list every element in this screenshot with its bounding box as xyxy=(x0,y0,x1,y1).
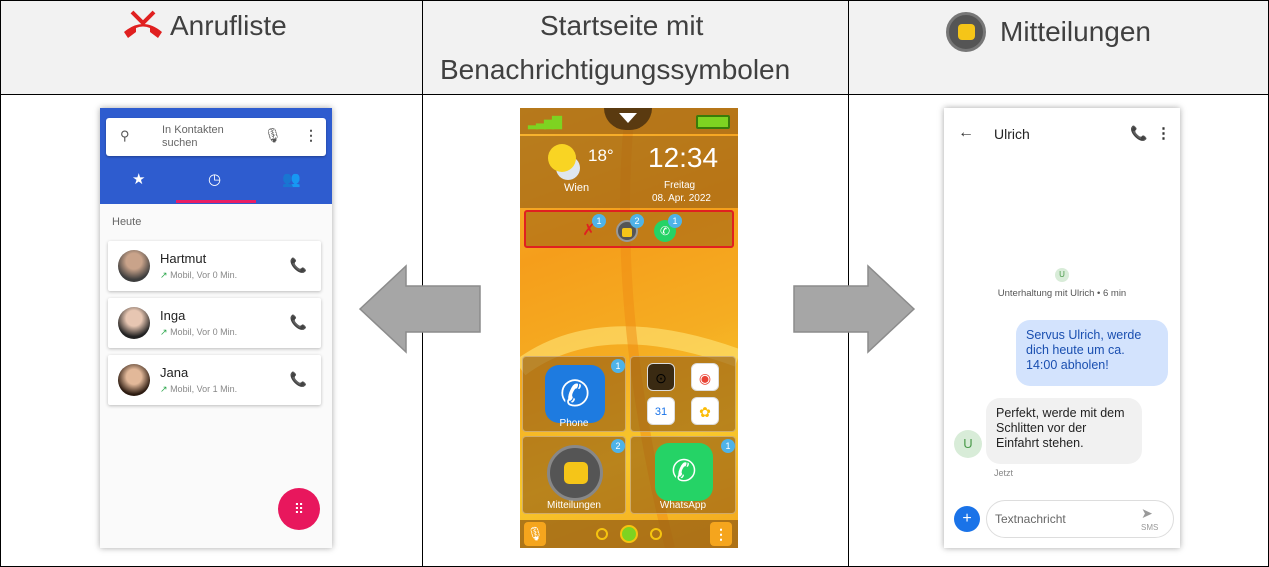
dialpad-fab[interactable]: ⠿ xyxy=(278,488,320,530)
home-screen: ▂▃▅▇ 18° Wien 12:34 Freitag 08. Apr. 202… xyxy=(520,108,738,548)
conversation-screen: ← Ulrich 📞 ⋮ U Unterhaltung mit Ulrich •… xyxy=(944,108,1180,548)
phone-icon[interactable]: 📞 xyxy=(290,371,307,388)
whatsapp-label: WhatsApp xyxy=(659,500,707,511)
missed-call-icon xyxy=(124,10,162,38)
outgoing-arrow-icon: ↗ xyxy=(160,327,168,337)
arrow-left-icon xyxy=(358,264,481,354)
phone-label: Phone xyxy=(559,418,589,429)
chrome-icon[interactable]: ◉ xyxy=(691,363,719,391)
call-icon[interactable]: 📞 xyxy=(1130,125,1147,142)
outgoing-arrow-icon: ↗ xyxy=(160,384,168,394)
mic-icon[interactable]: 🎙 xyxy=(264,127,282,144)
contact-name: Ulrich xyxy=(994,126,1030,142)
notification-icons-bar[interactable]: ✗ 1 2 ✆ 1 xyxy=(524,210,734,248)
attach-plus-button[interactable]: + xyxy=(954,506,980,532)
table-top-border xyxy=(0,0,1269,1)
messages-icon xyxy=(946,12,986,52)
whatsapp-badge: 1 xyxy=(668,214,682,228)
incoming-message[interactable]: Perfekt, werde mit dem Schlitten vor der… xyxy=(986,398,1142,464)
call-detail: ↗ Mobil, Vor 1 Min. xyxy=(160,384,237,395)
send-sms-label: SMS xyxy=(1141,523,1159,532)
tile-phone[interactable]: ✆ 1 Phone xyxy=(522,356,626,432)
messages-badge: 2 xyxy=(630,214,644,228)
avatar xyxy=(118,364,150,396)
call-detail: ↗ Mobil, Vor 0 Min. xyxy=(160,270,237,281)
messages-tile-badge: 2 xyxy=(611,439,625,453)
call-detail-text: Mobil, Vor 0 Min. xyxy=(170,327,238,337)
weekday: Freitag xyxy=(664,180,696,191)
call-entry-hartmut[interactable]: Hartmut ↗ Mobil, Vor 0 Min. 📞 xyxy=(108,241,321,291)
whatsapp-app-icon: ✆ xyxy=(655,443,713,501)
send-icon[interactable]: ➤ xyxy=(1141,505,1153,522)
messages-app-icon xyxy=(547,445,603,501)
city: Wien xyxy=(564,182,590,194)
message-input[interactable]: Textnachricht ➤ SMS xyxy=(986,500,1174,538)
call-log-screen: ⚲ In Kontakten suchen 🎙 ⋮ ★ ◷ 👥 Heute Ha… xyxy=(100,108,332,548)
more-vert-icon[interactable]: ⋮ xyxy=(710,522,732,546)
camera-icon[interactable]: ⊙ xyxy=(647,363,675,391)
calendar-icon[interactable]: 31 xyxy=(647,397,675,425)
weather-clock-widget[interactable]: 18° Wien 12:34 Freitag 08. Apr. 2022 xyxy=(520,136,738,208)
header-home-line2: Benachrichtigungssymbolen xyxy=(440,54,791,85)
caller-name: Hartmut xyxy=(160,251,207,266)
search-icon: ⚲ xyxy=(120,128,130,143)
more-vert-icon[interactable]: ⋮ xyxy=(304,127,318,144)
clock-time: 12:34 xyxy=(648,142,719,173)
chevron-down-icon xyxy=(619,113,637,123)
caller-name: Jana xyxy=(160,365,189,380)
avatar xyxy=(118,307,150,339)
whatsapp-tile-badge: 1 xyxy=(721,439,735,453)
contacts-search-bar[interactable]: ⚲ In Kontakten suchen 🎙 ⋮ xyxy=(106,118,326,156)
outgoing-message[interactable]: Servus Ulrich, werde dich heute um ca. 1… xyxy=(1016,320,1168,386)
contact-avatar-small: U xyxy=(1055,268,1069,282)
tab-favorites-star-icon[interactable]: ★ xyxy=(132,170,145,188)
avatar xyxy=(118,250,150,282)
messages-label: Mitteilungen xyxy=(547,500,601,511)
caller-name: Inga xyxy=(160,308,186,323)
date: 08. Apr. 2022 xyxy=(652,193,711,204)
active-tab-indicator xyxy=(176,200,256,203)
outgoing-arrow-icon: ↗ xyxy=(160,270,168,280)
call-entry-inga[interactable]: Inga ↗ Mobil, Vor 0 Min. 📞 xyxy=(108,298,321,348)
call-entry-jana[interactable]: Jana ↗ Mobil, Vor 1 Min. 📞 xyxy=(108,355,321,405)
back-arrow-icon[interactable]: ← xyxy=(958,124,974,142)
phone-icon[interactable]: 📞 xyxy=(290,314,307,331)
battery-icon xyxy=(696,115,730,129)
header-call-log: Anrufliste xyxy=(170,10,287,41)
page-dot-2-active[interactable] xyxy=(620,525,638,543)
header-messages: Mitteilungen xyxy=(1000,16,1151,47)
arrow-right-icon xyxy=(793,264,916,354)
signal-icon: ▂▃▅▇ xyxy=(528,114,562,129)
search-input[interactable]: In Kontakten suchen xyxy=(162,124,242,150)
mic-icon[interactable]: 🎙 xyxy=(524,522,546,546)
launcher-bottom-bar: 🎙 ⋮ xyxy=(520,520,738,548)
photos-icon[interactable]: ✿ xyxy=(691,397,719,425)
table-left-border xyxy=(0,0,1,567)
tile-messages[interactable]: 2 Mitteilungen xyxy=(522,436,626,514)
tab-recents-clock-icon[interactable]: ◷ xyxy=(208,170,221,188)
conversation-meta: Unterhaltung mit Ulrich • 6 min xyxy=(997,288,1127,299)
phone-app-icon: ✆ xyxy=(545,365,605,423)
message-timestamp: Jetzt xyxy=(994,468,1014,478)
call-detail-text: Mobil, Vor 1 Min. xyxy=(170,384,238,394)
page-dot-3[interactable] xyxy=(650,528,662,540)
weather-sun-cloud-icon xyxy=(548,144,576,172)
dialpad-icon: ⠿ xyxy=(293,501,305,517)
phone-badge: 1 xyxy=(611,359,625,373)
page-dot-1[interactable] xyxy=(596,528,608,540)
message-input-placeholder: Textnachricht xyxy=(995,512,1066,526)
tile-whatsapp[interactable]: ✆ 1 WhatsApp xyxy=(630,436,736,514)
header-home-line1: Startseite mit xyxy=(540,10,704,41)
call-detail-text: Mobil, Vor 0 Min. xyxy=(170,270,238,280)
contact-avatar: U xyxy=(954,430,982,458)
tab-contacts-people-icon[interactable]: 👥 xyxy=(282,170,301,188)
phone-icon[interactable]: 📞 xyxy=(290,257,307,274)
tile-app-folder[interactable]: ⊙ ◉ 31 ✿ xyxy=(630,356,736,432)
section-today: Heute xyxy=(112,216,142,228)
call-detail: ↗ Mobil, Vor 0 Min. xyxy=(160,327,237,338)
more-vert-icon[interactable]: ⋮ xyxy=(1156,124,1171,142)
missed-call-badge: 1 xyxy=(592,214,606,228)
temperature: 18° xyxy=(588,146,614,165)
